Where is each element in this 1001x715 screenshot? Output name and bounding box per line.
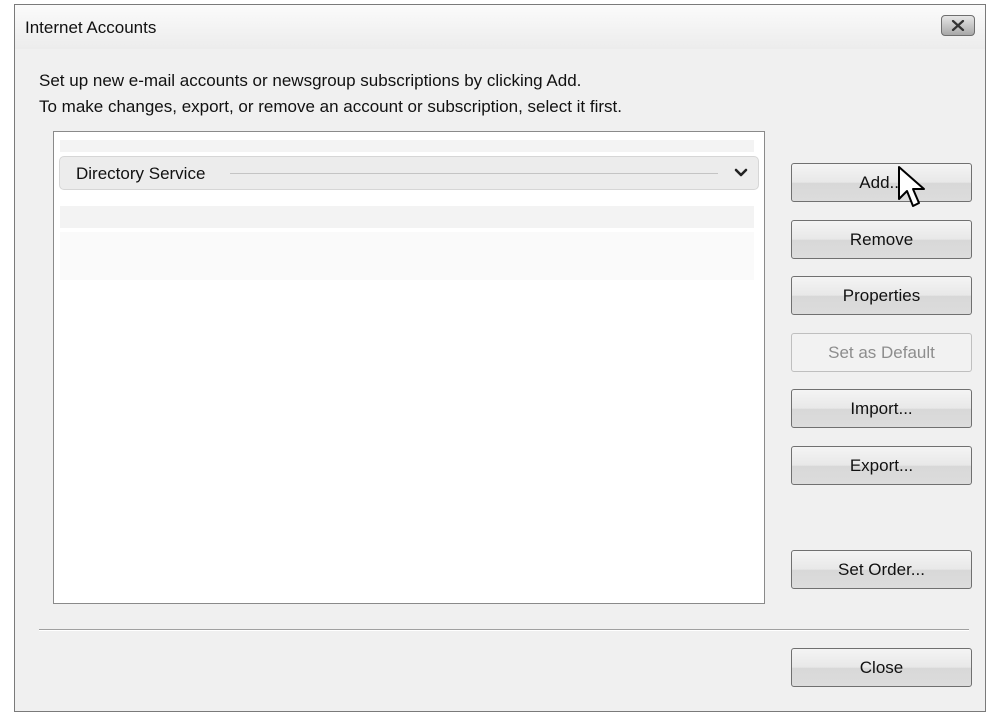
add-button[interactable]: Add... [791,163,972,202]
instructions-line-2: To make changes, export, or remove an ac… [39,97,622,116]
remove-button[interactable]: Remove [791,220,972,259]
export-button[interactable]: Export... [791,446,972,485]
close-button[interactable]: Close [791,648,972,687]
title-bar: Internet Accounts [15,5,985,49]
accounts-list[interactable]: Directory Service [53,131,765,604]
window-title: Internet Accounts [25,18,157,37]
window-close-button[interactable] [941,15,975,36]
set-order-button[interactable]: Set Order... [791,550,972,589]
group-header-label: Directory Service [76,164,214,184]
close-icon [951,20,965,31]
instructions-line-1: Set up new e-mail accounts or newsgroup … [39,71,582,90]
import-button[interactable]: Import... [791,389,972,428]
directory-service-group-header[interactable]: Directory Service [59,156,759,190]
internet-accounts-dialog: Internet Accounts Set up new e-mail acco… [14,4,986,712]
instructions: Set up new e-mail accounts or newsgroup … [39,68,622,120]
group-header-divider [230,173,718,174]
set-as-default-button[interactable]: Set as Default [791,333,972,372]
chevron-down-icon [734,168,748,177]
list-row-placeholder [60,140,754,152]
dialog-separator [39,629,969,631]
list-row-placeholder [60,232,754,280]
properties-button[interactable]: Properties [791,276,972,315]
list-row-placeholder [60,206,754,228]
